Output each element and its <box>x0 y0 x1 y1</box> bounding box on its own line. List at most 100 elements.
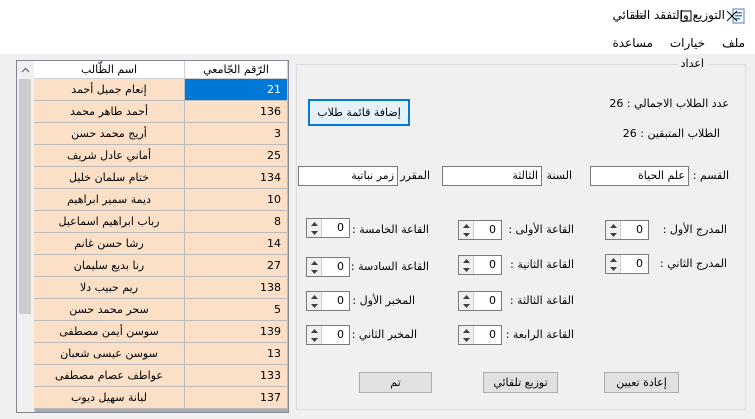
table-row[interactable]: ختام سلمان خليل 134 <box>34 167 288 189</box>
menu-help[interactable]: مساعدة <box>612 36 653 50</box>
table-row[interactable]: رباب ابراهيم اسماعيل 8 <box>34 211 288 233</box>
hall1-spinner[interactable]: 0 <box>458 220 502 240</box>
close-button[interactable] <box>709 0 755 31</box>
amphi2-spinner[interactable]: 0 <box>605 254 649 274</box>
student-name-cell[interactable]: لبانة سهيل ديوب <box>34 387 185 409</box>
vertical-scrollbar[interactable] <box>17 61 35 412</box>
student-id-cell[interactable]: 21 <box>185 79 288 101</box>
hall5-value: 0 <box>337 221 344 234</box>
student-id-cell[interactable]: 3 <box>185 123 288 145</box>
lab2-spinner[interactable]: 0 <box>306 325 350 345</box>
column-header-name[interactable]: اسم الطّالب <box>34 61 185 79</box>
student-id-cell[interactable]: 138 <box>185 277 288 299</box>
spin-up-icon[interactable] <box>307 326 321 335</box>
student-name-cell[interactable]: ريم حبيب دلا <box>34 277 185 299</box>
spin-down-icon[interactable] <box>307 267 321 276</box>
student-name-cell[interactable]: أماني عادل شريف <box>34 145 185 167</box>
menu-options[interactable]: خيارات <box>670 36 705 50</box>
student-name-cell[interactable]: إنعام جميل أحمد <box>34 79 185 101</box>
student-id-cell[interactable]: 13 <box>185 343 288 365</box>
scroll-thumb[interactable] <box>19 79 31 314</box>
spin-down-icon[interactable] <box>606 264 620 273</box>
department-field[interactable]: علم الحياة <box>590 166 689 186</box>
spin-down-icon[interactable] <box>307 228 321 237</box>
student-id-cell[interactable]: 8 <box>185 211 288 233</box>
table-row[interactable]: أحمد طاهر محمد 136 <box>34 101 288 123</box>
spin-up-icon[interactable] <box>606 255 620 264</box>
table-row[interactable]: ديمة سمير ابراهيم 10 <box>34 189 288 211</box>
hall6-label: القاعة السادسة : <box>350 260 429 273</box>
student-id-cell[interactable]: 25 <box>185 145 288 167</box>
table-row[interactable]: سوسن أيمن مصطفى 139 <box>34 321 288 343</box>
spin-up-icon[interactable] <box>459 221 473 230</box>
spin-down-icon[interactable] <box>606 230 620 239</box>
spin-up-icon[interactable] <box>459 292 473 301</box>
settings-group-title: اعداد <box>677 57 707 70</box>
course-field[interactable]: زمر نباتية <box>298 166 398 186</box>
amphi1-spinner[interactable]: 0 <box>605 220 649 240</box>
spin-up-icon[interactable] <box>459 326 473 335</box>
table-row[interactable]: رشا حسن غانم 14 <box>34 233 288 255</box>
hall5-spinner[interactable]: 0 <box>306 218 350 238</box>
student-name-cell[interactable]: ختام سلمان خليل <box>34 167 185 189</box>
spin-up-icon[interactable] <box>307 292 321 301</box>
student-id-cell[interactable]: 10 <box>185 189 288 211</box>
table-row[interactable]: سوسن عيسى شعبان 13 <box>34 343 288 365</box>
spin-down-icon[interactable] <box>459 301 473 310</box>
minimize-button[interactable] <box>617 0 663 31</box>
student-name-cell[interactable]: رباب ابراهيم اسماعيل <box>34 211 185 233</box>
year-field[interactable]: الثالثة <box>442 166 542 186</box>
spin-up-icon[interactable] <box>307 258 321 267</box>
student-name-cell[interactable]: أحمد طاهر محمد <box>34 101 185 123</box>
table-row[interactable]: رنا بديع سليمان 27 <box>34 255 288 277</box>
student-name-cell[interactable]: أريج محمد حسن <box>34 123 185 145</box>
table-row[interactable]: إنعام جميل أحمد 21 <box>34 79 288 101</box>
table-row[interactable]: أماني عادل شريف 25 <box>34 145 288 167</box>
student-name-cell[interactable]: سوسن عيسى شعبان <box>34 343 185 365</box>
student-id-cell[interactable]: 14 <box>185 233 288 255</box>
student-id-cell[interactable]: 27 <box>185 255 288 277</box>
lab1-spinner[interactable]: 0 <box>306 291 350 311</box>
hall2-spinner[interactable]: 0 <box>458 255 502 275</box>
student-name-cell[interactable]: رنا بديع سليمان <box>34 255 185 277</box>
hall3-spinner[interactable]: 0 <box>458 291 502 311</box>
column-header-id[interactable]: الرّقم الجّامعي <box>185 61 288 79</box>
spin-down-icon[interactable] <box>459 265 473 274</box>
close-icon <box>726 10 738 21</box>
table-row[interactable]: لبانة سهيل ديوب 137 <box>34 387 288 409</box>
spin-down-icon[interactable] <box>459 230 473 239</box>
spin-up-icon[interactable] <box>459 256 473 265</box>
student-id-cell[interactable]: 5 <box>185 299 288 321</box>
scroll-up-arrow[interactable] <box>17 61 34 78</box>
student-name-cell[interactable]: ديمة سمير ابراهيم <box>34 189 185 211</box>
table-row[interactable]: ريم حبيب دلا 138 <box>34 277 288 299</box>
spin-down-icon[interactable] <box>307 335 321 344</box>
student-id-cell[interactable]: 134 <box>185 167 288 189</box>
student-name-cell[interactable]: عواطف عصام مصطفى <box>34 365 185 387</box>
hall4-spinner[interactable]: 0 <box>458 325 502 345</box>
table-row[interactable]: عواطف عصام مصطفى 133 <box>34 365 288 387</box>
amphi2-label: المدرج الثاني : <box>660 257 727 270</box>
spin-up-icon[interactable] <box>307 219 321 228</box>
student-id-cell[interactable]: 137 <box>185 387 288 409</box>
table-row[interactable]: أريج محمد حسن 3 <box>34 123 288 145</box>
maximize-button[interactable] <box>663 0 709 31</box>
reset-button[interactable]: إعادة تعيين <box>604 372 679 393</box>
year-label: السنة : <box>539 169 572 182</box>
student-id-cell[interactable]: 136 <box>185 101 288 123</box>
spin-down-icon[interactable] <box>459 335 473 344</box>
table-row[interactable]: سحر محمد حسن 5 <box>34 299 288 321</box>
auto-distribute-button[interactable]: توزيع تلقائي <box>483 372 558 393</box>
student-id-cell[interactable]: 133 <box>185 365 288 387</box>
spin-up-icon[interactable] <box>606 221 620 230</box>
spin-down-icon[interactable] <box>307 301 321 310</box>
done-button[interactable]: تم <box>359 372 432 393</box>
add-student-list-button[interactable]: إضافة قائمة طلاب <box>308 99 410 126</box>
menu-file[interactable]: ملف <box>722 36 745 50</box>
student-name-cell[interactable]: سوسن أيمن مصطفى <box>34 321 185 343</box>
student-name-cell[interactable]: سحر محمد حسن <box>34 299 185 321</box>
student-name-cell[interactable]: رشا حسن غانم <box>34 233 185 255</box>
students-grid[interactable]: اسم الطّالب الرّقم الجّامعي إنعام جميل أ… <box>16 60 289 413</box>
student-id-cell[interactable]: 139 <box>185 321 288 343</box>
hall6-spinner[interactable]: 0 <box>306 257 350 277</box>
